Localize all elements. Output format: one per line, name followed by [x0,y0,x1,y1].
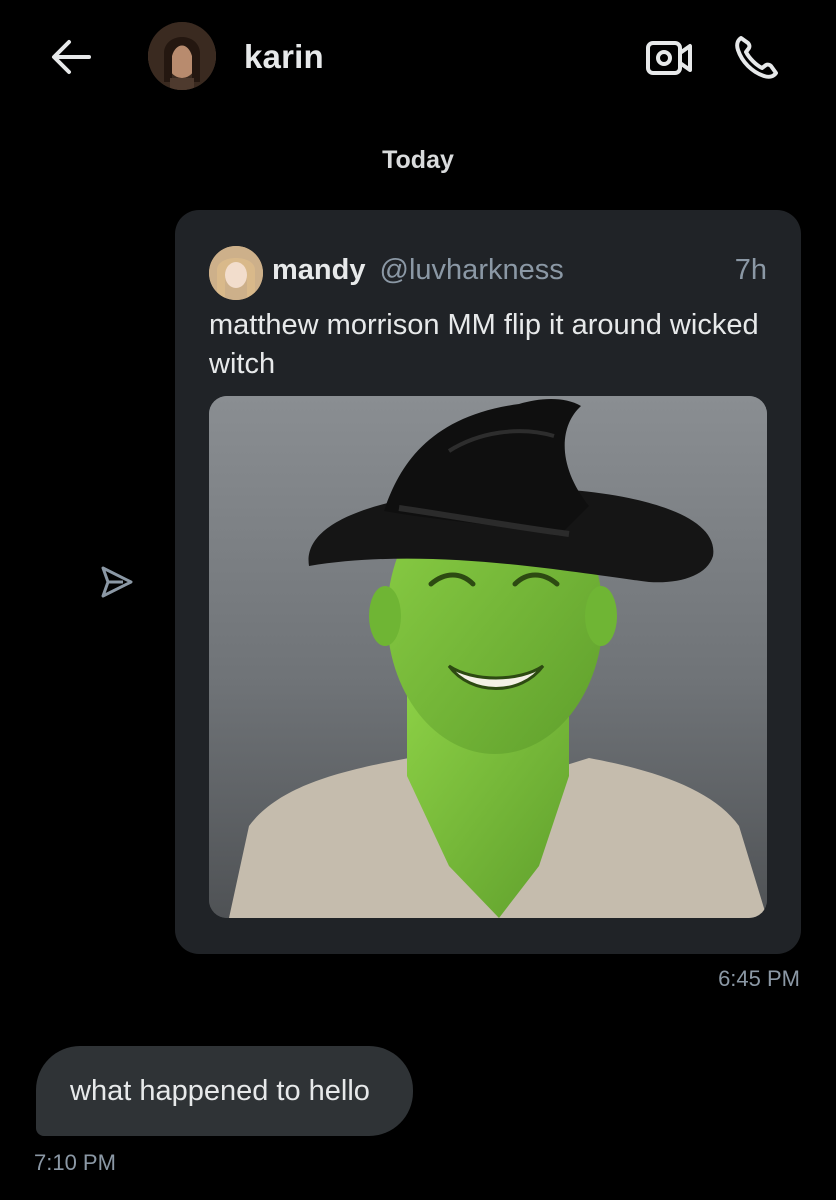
post-image-art [209,396,767,918]
voice-call-button[interactable] [732,32,782,82]
arrow-left-icon [52,40,91,74]
shared-post-card[interactable]: mandy @luvharkness 7h matthew morrison M… [175,210,801,954]
post-author-avatar-image [209,246,263,300]
post-author-avatar[interactable] [209,246,263,300]
post-header: mandy @luvharkness [272,254,564,287]
share-icon[interactable] [97,562,137,602]
send-icon [101,566,133,598]
video-camera-icon [646,41,692,75]
back-button[interactable] [46,34,96,80]
contact-name[interactable]: karin [244,38,324,76]
contact-avatar[interactable] [148,22,216,90]
post-image[interactable] [209,396,767,918]
date-separator: Today [382,146,454,174]
shared-post-time: 6:45 PM [718,966,800,991]
video-call-button[interactable] [644,36,694,82]
chat-header: karin [0,0,836,118]
post-author-handle[interactable]: @luvharkness [380,254,564,286]
received-message-time: 7:10 PM [34,1150,116,1175]
phone-icon [735,36,778,79]
post-age: 7h [734,254,767,286]
post-author-name[interactable]: mandy [272,254,365,286]
post-text: matthew morrison MM flip it around wicke… [209,309,759,380]
received-message-bubble[interactable]: what happened to hello [36,1046,413,1136]
received-message-text: what happened to hello [70,1075,370,1107]
contact-avatar-image [148,22,216,90]
